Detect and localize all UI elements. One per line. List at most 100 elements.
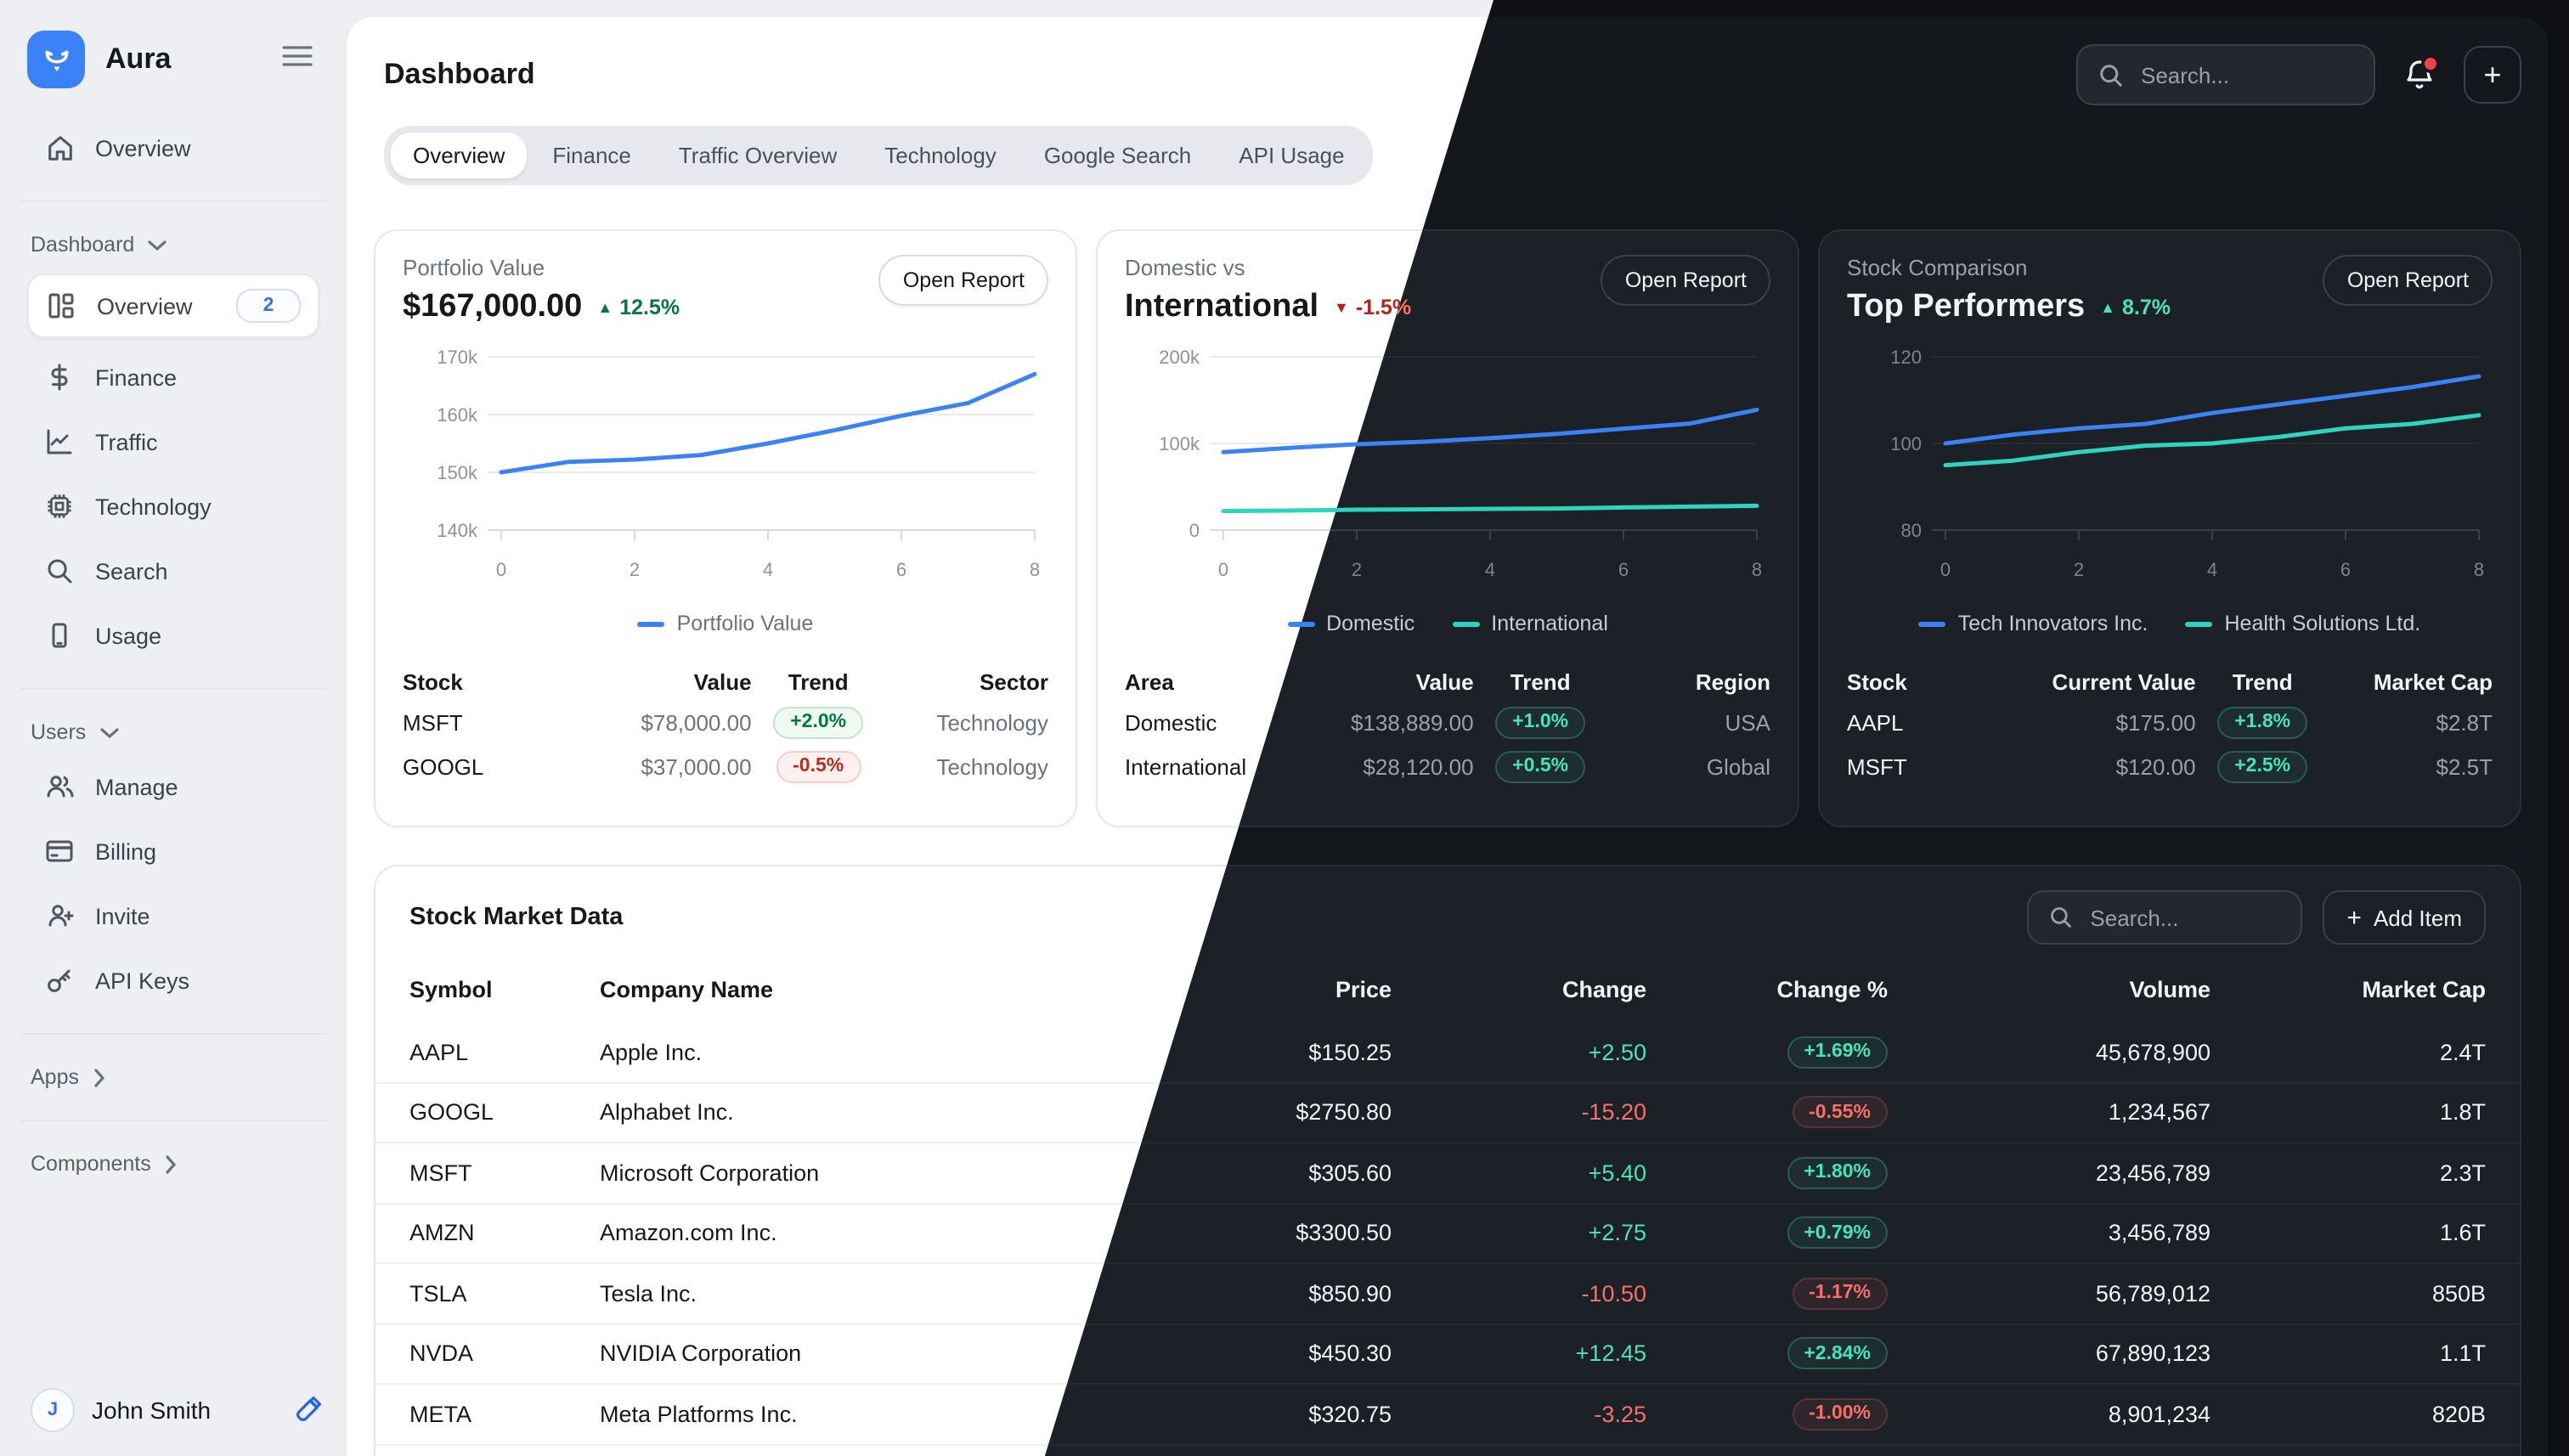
divider [20, 1033, 326, 1035]
sidebar-item-label: Search [95, 558, 168, 584]
cell-market-cap: 1.8T [2210, 1100, 2486, 1126]
tab-finance[interactable]: Finance [530, 133, 653, 178]
card-table: Stock Value Trend Sector MSFT $78,000.00… [403, 663, 1048, 788]
column-header: Stock [403, 669, 551, 694]
overview-badge: 2 [236, 289, 301, 323]
legend-label: Tech Innovators Inc. [1958, 612, 2148, 635]
sidebar-group-users[interactable]: Users [27, 710, 319, 754]
sidebar-item-manage[interactable]: Manage [27, 754, 319, 819]
sidebar-item-technology[interactable]: Technology [27, 474, 319, 539]
delta-badge: ▲8.7% [2100, 296, 2171, 319]
svg-text:200k: 200k [1159, 347, 1200, 368]
sidebar-link-components[interactable]: Components [27, 1142, 319, 1186]
legend-swatch [1919, 621, 1946, 626]
aura-logo-icon [27, 31, 85, 88]
chevron-right-icon [165, 1154, 177, 1173]
sidebar-item-label: Invite [95, 903, 150, 928]
svg-text:0: 0 [1218, 559, 1228, 580]
sidebar-item-api-keys[interactable]: API Keys [27, 948, 319, 1013]
tab-overview[interactable]: Overview [391, 133, 527, 178]
svg-text:80: 80 [1901, 520, 1922, 541]
open-report-button[interactable]: Open Report [1601, 255, 1770, 306]
theme-brush-icon[interactable] [292, 1395, 323, 1425]
brand-name: Aura [105, 42, 275, 76]
sidebar-item-traffic[interactable]: Traffic [27, 409, 319, 474]
portfolio-line-chart: 140k150k160k170k02468 [403, 333, 1052, 588]
cell-volume: 1,234,567 [1888, 1100, 2210, 1126]
legend-label: Domestic [1326, 612, 1414, 635]
column-header: Trend [752, 669, 885, 694]
svg-text:140k: 140k [437, 520, 478, 541]
trend-pill: +1.0% [1495, 706, 1585, 738]
sidebar-item-billing[interactable]: Billing [27, 819, 319, 883]
group-label-text: Components [31, 1152, 151, 1176]
table-search-field[interactable] [2086, 903, 2280, 932]
user-menu[interactable]: J John Smith [31, 1388, 323, 1432]
card-table: Stock Current Value Trend Market Cap AAP… [1847, 663, 2493, 788]
svg-text:0: 0 [1940, 559, 1951, 580]
tab-google-search[interactable]: Google Search [1022, 133, 1213, 178]
sidebar-item-overview-dashboard[interactable]: Overview 2 [27, 274, 319, 338]
svg-text:6: 6 [1618, 559, 1629, 580]
table-row: MSFT $120.00 +2.5% $2.5T [1847, 744, 2493, 788]
create-new-button[interactable]: + [2464, 46, 2521, 104]
column-header: Sector [885, 669, 1048, 694]
column-header-symbol: Symbol [409, 976, 600, 1002]
global-search-input[interactable] [2076, 44, 2375, 105]
open-report-button[interactable]: Open Report [2323, 255, 2493, 306]
tab-traffic-overview[interactable]: Traffic Overview [657, 133, 859, 178]
sidebar-item-search[interactable]: Search [27, 539, 319, 603]
svg-text:4: 4 [763, 559, 773, 580]
cell-price: $850.90 [1171, 1281, 1392, 1306]
sidebar-link-apps[interactable]: Apps [27, 1055, 319, 1099]
card-value: Top Performers [1847, 289, 2085, 326]
open-report-button[interactable]: Open Report [879, 255, 1048, 306]
add-item-button[interactable]: + Add Item [2323, 890, 2486, 945]
sidebar: Aura Overview Dashboard Overview 2 [0, 0, 347, 1456]
sidebar-item-invite[interactable]: Invite [27, 883, 319, 948]
trend-pill: +0.5% [1495, 750, 1585, 782]
search-field[interactable] [2137, 60, 2353, 89]
svg-text:170k: 170k [437, 347, 478, 368]
sidebar-item-label: Overview [97, 293, 193, 319]
brand-row: Aura [27, 27, 319, 92]
sidebar-item-finance[interactable]: Finance [27, 345, 319, 409]
legend-swatch [2186, 621, 2213, 626]
credit-card-icon [44, 839, 75, 863]
menu-icon[interactable] [275, 37, 319, 82]
cell-company: Alphabet Inc. [600, 1100, 1171, 1126]
column-header-price: Price [1171, 976, 1392, 1002]
chart-legend: Portfolio Value [403, 608, 1048, 639]
cell-change: -10.50 [1392, 1281, 1646, 1306]
sidebar-item-label: Finance [95, 364, 177, 390]
column-header-market-cap: Market Cap [2210, 976, 2486, 1002]
cell-symbol: NVDA [409, 1341, 600, 1367]
notifications-bell-icon[interactable] [2399, 54, 2440, 95]
cell-price: $2750.80 [1171, 1100, 1392, 1126]
sidebar-item-overview[interactable]: Overview [27, 116, 319, 180]
sidebar-group-dashboard[interactable]: Dashboard [27, 223, 319, 267]
tab-bar: Overview Finance Traffic Overview Techno… [384, 126, 1374, 185]
card-label: Portfolio Value [403, 255, 680, 280]
portfolio-value-card: Portfolio Value $167,000.00 ▲12.5% Open … [374, 229, 1077, 827]
tab-api-usage[interactable]: API Usage [1217, 133, 1366, 178]
column-header: Current Value [1996, 669, 2196, 694]
sidebar-item-usage[interactable]: Usage [27, 603, 319, 668]
table-search-input[interactable] [2027, 890, 2302, 945]
cell-symbol: META [409, 1402, 600, 1427]
dollar-icon [44, 364, 75, 391]
cell-symbol: MSFT [409, 1160, 600, 1186]
column-header: Value [551, 669, 752, 694]
cell-change: +12.45 [1392, 1341, 1646, 1367]
legend-label: International [1491, 612, 1608, 635]
column-header-company: Company Name [600, 976, 1171, 1002]
chevron-right-icon [93, 1068, 104, 1086]
avatar: J [31, 1388, 75, 1432]
change-pct-pill: +2.84% [1787, 1338, 1888, 1370]
svg-text:6: 6 [896, 559, 906, 580]
cell-symbol: TSLA [409, 1281, 600, 1306]
cell-symbol: AAPL [409, 1040, 600, 1065]
search-icon [44, 557, 75, 584]
cell-change: +2.50 [1392, 1040, 1646, 1065]
tab-technology[interactable]: Technology [862, 133, 1019, 178]
